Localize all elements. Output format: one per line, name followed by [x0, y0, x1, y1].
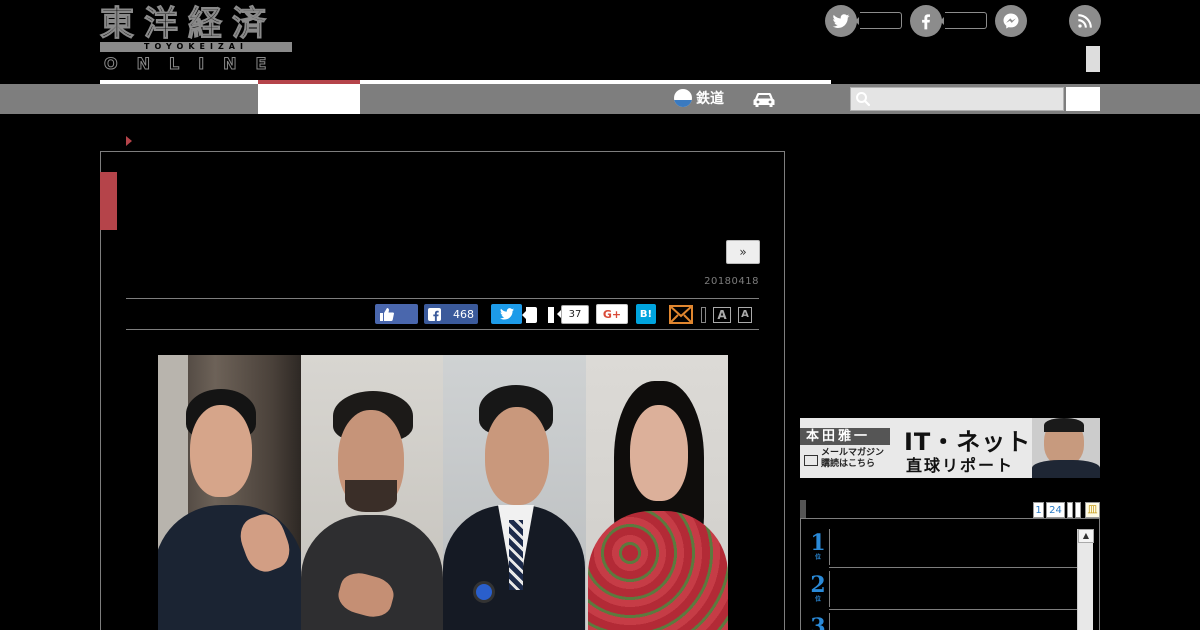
article-card: » 20180418 468 37 G+ B! A A [100, 151, 785, 630]
banner-mail-icon [804, 455, 818, 466]
banner-author-photo [1032, 418, 1100, 478]
divider [126, 298, 759, 299]
facebook-share-button[interactable]: 468 [424, 304, 478, 324]
mail-share-icon[interactable] [669, 305, 693, 324]
search-field[interactable] [850, 87, 1064, 111]
facebook-share-count: 468 [453, 307, 474, 321]
nav-tab-active[interactable] [258, 84, 360, 114]
search-input[interactable] [851, 88, 1063, 110]
car-icon[interactable] [752, 90, 776, 108]
twitter-icon[interactable] [825, 5, 857, 37]
nav-item-rail[interactable]: 鉄道 [674, 88, 724, 108]
title-marker [100, 172, 117, 230]
print-button[interactable] [701, 307, 706, 323]
logo-online: ONLINE [103, 54, 286, 74]
mail-magazine-banner[interactable]: 本田雅一 メールマガジン 購読はこちら IT・ネット 直球リポート [800, 418, 1100, 478]
rank-number: 1位 [810, 530, 826, 561]
twitter-share-button[interactable] [491, 304, 522, 324]
twitter-count-box [855, 12, 902, 29]
photo-panel-4 [585, 355, 728, 630]
ranking-scrollbar[interactable]: ▲ [1077, 529, 1094, 630]
twitter-share-count [522, 307, 537, 323]
search-icon [856, 92, 871, 107]
photo-panel-2 [300, 355, 443, 630]
googleplus-share-button[interactable]: G+ [596, 304, 628, 324]
banner-author: 本田雅一 [800, 428, 890, 445]
breadcrumb-arrow-icon [126, 136, 132, 146]
search-button[interactable] [1066, 87, 1100, 111]
hatena-bookmark-button[interactable]: B! [636, 304, 656, 324]
scroll-up-arrow-icon[interactable]: ▲ [1078, 529, 1094, 543]
pocket-count: 37 [557, 305, 589, 324]
photo-panel-1 [158, 355, 301, 630]
photo-panel-3 [443, 355, 586, 630]
banner-subtext-line2: 購読はこちら [821, 459, 876, 469]
facebook-share-icon [428, 307, 441, 321]
font-large-button[interactable]: A [713, 307, 731, 323]
banner-subtext: メールマガジン 購読はこちら [821, 448, 884, 470]
ranking-tab-weekly[interactable] [1067, 502, 1073, 518]
divider [126, 329, 759, 330]
logo-romaji: TOYOKEIZAI [100, 42, 292, 52]
site-logo[interactable]: 東洋経済 TOYOKEIZAI ONLINE [100, 4, 292, 74]
ranking-item[interactable]: 3位 [807, 611, 1079, 630]
logo-kanji: 東洋経済 [100, 4, 276, 44]
rank-number: 3位 [810, 614, 826, 630]
header-login-button[interactable] [1086, 46, 1100, 72]
article-main-photo [158, 355, 728, 630]
article-date: 20180418 [704, 276, 759, 287]
ranking-item[interactable]: 2位 [807, 569, 1079, 610]
ranking-header: 1 24 皿 [800, 500, 1100, 518]
twitter-share-icon [499, 308, 514, 320]
ranking-tab-extra[interactable]: 皿 [1085, 502, 1100, 518]
ranking-tab-24h[interactable]: 24 [1046, 502, 1065, 518]
nav-item-rail-label: 鉄道 [696, 91, 724, 107]
rss-icon[interactable] [1069, 5, 1101, 37]
banner-subtitle: 直球リポート [906, 456, 1015, 475]
banner-subtext-line1: メールマガジン [821, 448, 885, 458]
global-nav: 鉄道 [0, 84, 1200, 114]
rank-number: 2位 [810, 572, 826, 603]
next-page-button[interactable]: » [726, 240, 760, 264]
ranking-tab-1h[interactable]: 1 [1033, 502, 1044, 518]
thumbs-up-icon [380, 307, 394, 321]
facebook-icon[interactable] [910, 5, 942, 37]
font-small-button[interactable]: A [738, 307, 752, 323]
train-icon [674, 89, 692, 107]
messenger-icon[interactable] [995, 5, 1027, 37]
like-button[interactable] [375, 304, 418, 324]
ranking-tab-monthly[interactable] [1075, 502, 1081, 518]
pocket-button[interactable] [548, 307, 554, 323]
facebook-count-box [940, 12, 987, 29]
ranking-list: 1位 2位 3位 [800, 518, 1100, 630]
ranking-item[interactable]: 1位 [807, 527, 1079, 568]
